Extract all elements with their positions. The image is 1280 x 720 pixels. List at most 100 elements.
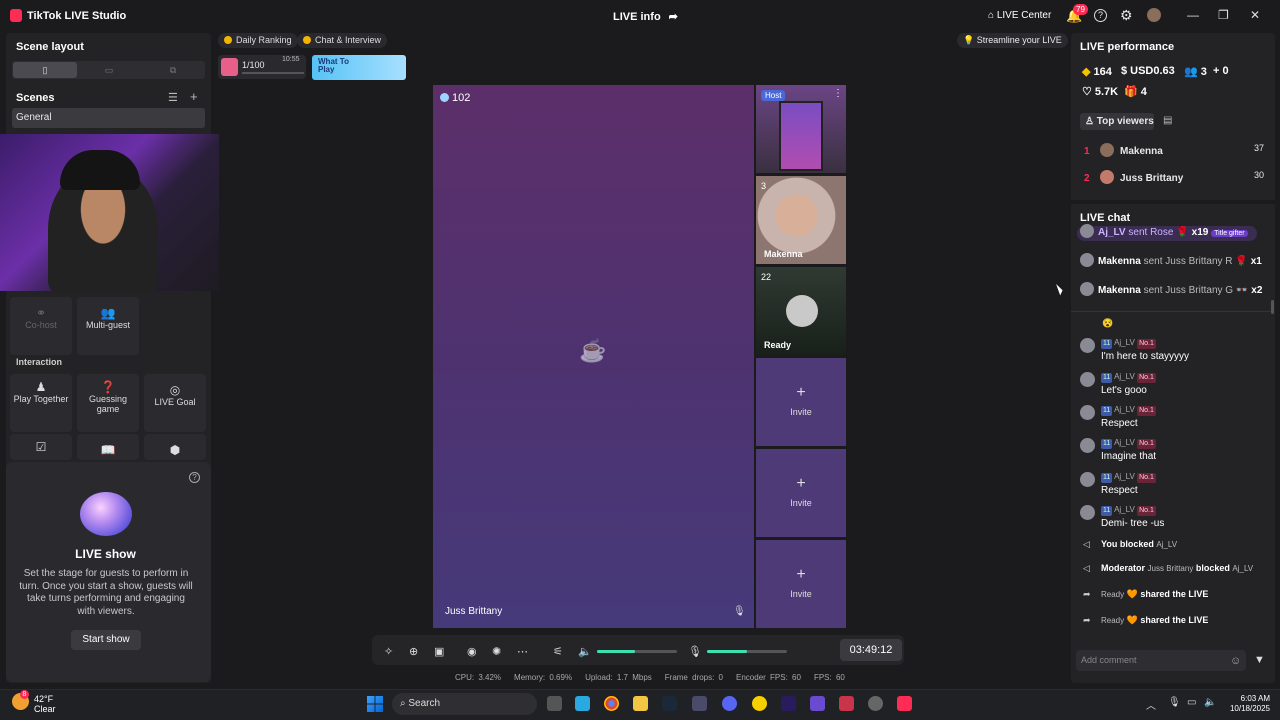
scene-item-general[interactable]: General: [12, 108, 205, 128]
target-icon: ◎: [169, 383, 181, 397]
invite-slot-1[interactable]: [756, 358, 846, 446]
system-clock[interactable]: 6:03 AM 10/18/2025: [1222, 694, 1270, 714]
weather-widget[interactable]: 42°F Clear: [34, 694, 56, 714]
dual-layout-icon[interactable]: ⧉: [141, 62, 205, 78]
discord-icon[interactable]: [722, 696, 737, 711]
gift-message[interactable]: Makenna sent Juss Brittany G 👓 x2: [1080, 282, 1265, 300]
share-icon[interactable]: ➦: [669, 11, 678, 23]
portrait-layout-icon[interactable]: ▯: [13, 62, 77, 78]
top-viewers-tab[interactable]: ♙ Top viewers: [1080, 113, 1154, 130]
list-view-icon[interactable]: ▤: [1163, 115, 1172, 126]
steam-icon[interactable]: [662, 696, 677, 711]
daily-ranking-chip[interactable]: Daily Ranking: [218, 33, 298, 48]
file-explorer-icon[interactable]: [633, 696, 648, 711]
taskbar-search[interactable]: ⌕ Search: [392, 693, 537, 715]
task-view-icon[interactable]: [547, 696, 562, 711]
help-icon[interactable]: ?: [1094, 9, 1107, 22]
emoji-icon[interactable]: ☺: [1230, 655, 1241, 667]
store-icon[interactable]: [575, 696, 590, 711]
chat-meta: 11 Aj_LV No.1: [1101, 372, 1156, 383]
app-icon[interactable]: [692, 696, 707, 711]
plus-icon: +: [796, 566, 806, 583]
app-icon[interactable]: [839, 696, 854, 711]
multiguest-tile[interactable]: 👥 Multi-guest: [77, 297, 139, 355]
add-source-icon[interactable]: ⊕: [409, 645, 418, 658]
live-goal-label: LIVE Goal: [154, 397, 196, 407]
invite-slot-2[interactable]: [756, 449, 846, 537]
magic-wand-icon[interactable]: ✧: [384, 645, 393, 658]
chat-interview-chip[interactable]: Chat & Interview: [297, 33, 388, 48]
gear-icon[interactable]: ⚙: [1120, 7, 1133, 24]
monitor-icon[interactable]: ▭: [1187, 697, 1196, 708]
list-icon[interactable]: ☰: [168, 91, 178, 104]
chat-bubble-icon: [303, 36, 311, 44]
chevron-up-icon[interactable]: ︿: [1146, 697, 1156, 712]
streamline-button[interactable]: 💡 Streamline your LIVE: [957, 33, 1068, 48]
host-tag: Host: [761, 90, 786, 101]
start-show-button[interactable]: Start show: [71, 630, 141, 650]
live-timer: 03:49:12: [840, 639, 902, 661]
layout-icon[interactable]: ▣: [434, 645, 444, 658]
premiere-icon[interactable]: [781, 696, 796, 711]
microphone-icon[interactable]: 🎙: [688, 645, 702, 658]
maximize-icon[interactable]: ❐: [1218, 8, 1229, 22]
level-badge: 11: [1101, 373, 1113, 383]
app-icon[interactable]: [752, 696, 767, 711]
volume-tray-icon[interactable]: 🔈: [1204, 697, 1216, 708]
more-options-icon[interactable]: ⋮: [833, 88, 843, 99]
hex-tile[interactable]: ⬢: [144, 434, 206, 460]
mic-tray-icon[interactable]: 🎙: [1168, 697, 1181, 708]
tiktok-live-icon[interactable]: [897, 696, 912, 711]
live-performance-title: LIVE performance: [1080, 41, 1175, 53]
app-icon[interactable]: [868, 696, 883, 711]
guest-avatar: [786, 295, 818, 327]
info-icon[interactable]: ?: [189, 472, 200, 483]
record-icon[interactable]: ◉: [467, 645, 477, 658]
top-viewer-row[interactable]: 2 Juss Brittany 30: [1084, 170, 1264, 184]
streamer-hat: [60, 150, 140, 190]
title-gifter-badge: Title gifter: [1211, 230, 1248, 237]
more-icon[interactable]: ⋯: [517, 645, 528, 658]
top-viewers-label: Top viewers: [1096, 116, 1154, 127]
play-together-tile[interactable]: ♟ Play Together: [10, 374, 72, 432]
gift-message[interactable]: Aj_LV sent Rose 🌹 x19 Title gifter: [1080, 224, 1265, 242]
what-to-play-text: What To Play: [318, 57, 349, 74]
comment-input[interactable]: Add comment: [1076, 650, 1246, 671]
close-icon[interactable]: ✕: [1250, 8, 1260, 22]
speaker-volume-slider[interactable]: [597, 650, 677, 653]
minimize-icon[interactable]: —: [1187, 8, 1199, 22]
guest2-name: Makenna: [764, 249, 803, 259]
live-center-button[interactable]: ⌂ LIVE Center: [988, 10, 1051, 21]
live-info-title[interactable]: LIVE info ➦: [613, 10, 678, 23]
invite-slot-3[interactable]: [756, 540, 846, 628]
viewer-score: 37: [1253, 143, 1264, 153]
top-viewer-row[interactable]: 1 Makenna 37: [1084, 143, 1264, 157]
emoji-reaction-icon: 😵: [1102, 318, 1114, 328]
frame-drops-stat: Frame drops: 0: [664, 673, 724, 682]
filter-icon[interactable]: ▼: [1254, 654, 1265, 666]
share-text: shared the LIVE: [1140, 589, 1209, 599]
link-icon: ⚭: [35, 306, 47, 320]
live-goal-tile[interactable]: ◎ LIVE Goal: [144, 374, 206, 432]
cohost-tile[interactable]: ⚭ Co-host: [10, 297, 72, 355]
gift-message[interactable]: Makenna sent Juss Brittany R 🌹 x1: [1080, 253, 1265, 271]
book-tile[interactable]: 📖: [77, 434, 139, 460]
settings-sliders-icon[interactable]: ⚟: [553, 645, 563, 658]
mic-volume-slider[interactable]: [707, 650, 787, 653]
speaker-icon[interactable]: 🔈: [578, 645, 592, 658]
mic-muted-icon[interactable]: 🎙: [733, 606, 746, 617]
question-card-icon: ❓: [100, 380, 116, 394]
level-badge: 11: [1101, 506, 1113, 516]
chrome-icon[interactable]: [604, 696, 619, 711]
chat-scrollbar[interactable]: [1271, 300, 1274, 314]
vpn-icon[interactable]: [810, 696, 825, 711]
heart-badge-icon: 🧡: [1126, 589, 1138, 599]
gift-count: x2: [1251, 285, 1263, 296]
poll-tile[interactable]: ☑: [10, 434, 72, 460]
guessing-game-label: Guessing game: [88, 394, 128, 414]
add-scene-icon[interactable]: +: [190, 89, 198, 104]
effects-icon[interactable]: ✺: [492, 645, 501, 658]
guessing-game-tile[interactable]: ❓ Guessing game: [77, 374, 139, 432]
landscape-layout-icon[interactable]: ▭: [77, 62, 141, 78]
profile-avatar[interactable]: [1147, 8, 1161, 22]
